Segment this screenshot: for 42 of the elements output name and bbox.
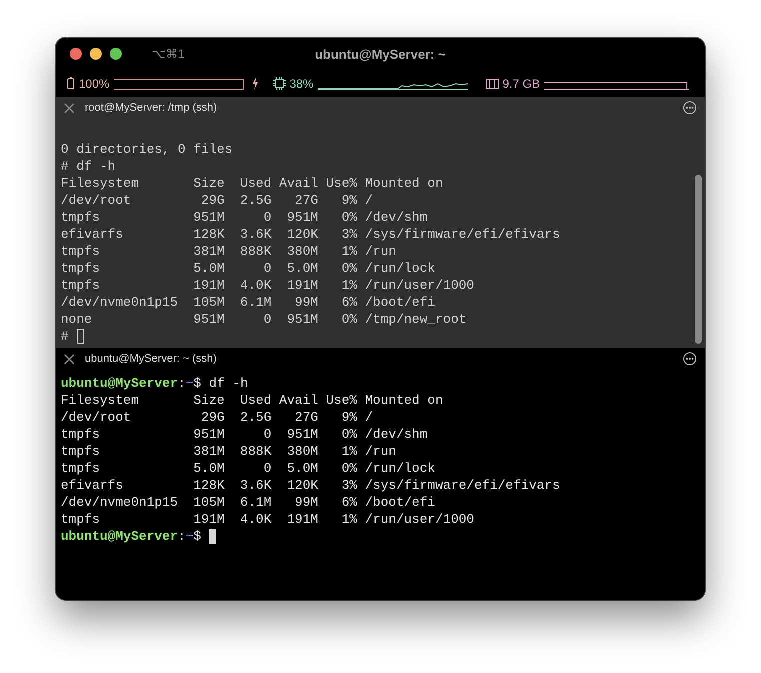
terminal-line: tmpfs 5.0M 0 5.0M 0% /run/lock <box>61 460 436 477</box>
memory-usage: 9.7 GB <box>502 76 540 90</box>
terminal-line: tmpfs 191M 4.0K 191M 1% /run/user/1000 <box>61 277 474 294</box>
window-shortcut: ⌥⌘1 <box>152 47 185 61</box>
close-icon[interactable] <box>64 102 75 114</box>
more-options-icon[interactable] <box>683 101 697 115</box>
zoom-button[interactable] <box>110 48 122 60</box>
terminal-line: Filesystem Size Used Avail Use% Mounted on <box>61 392 444 409</box>
terminal-line: /dev/root 29G 2.5G 27G 9% / <box>61 192 374 209</box>
terminal-line: tmpfs 191M 4.0K 191M 1% /run/user/1000 <box>61 511 474 528</box>
command-prompt: ubuntu@MyServer:~$ <box>61 528 202 545</box>
terminal-pane[interactable] <box>56 97 705 348</box>
prompt-text: # <box>61 328 70 345</box>
terminal-pane[interactable] <box>56 348 705 600</box>
charging-bolt-icon <box>252 77 259 90</box>
terminal-line: Filesystem Size Used Avail Use% Mounted on <box>61 175 444 192</box>
pane-title: root@MyServer: /tmp (ssh) <box>85 102 218 114</box>
pane-title: ubuntu@MyServer: ~ (ssh) <box>85 353 217 365</box>
terminal-line: tmpfs 951M 0 951M 0% /dev/shm <box>61 426 428 443</box>
terminal-line: /dev/root 29G 2.5G 27G 9% / <box>61 409 374 426</box>
command-prompt: ubuntu@MyServer:~$ df -h <box>61 375 248 392</box>
battery-icon <box>67 77 75 90</box>
memory-icon <box>486 78 499 90</box>
terminal-line: /dev/nvme0n1p15 105M 6.1M 99M 6% /boot/efi <box>61 294 436 311</box>
more-options-icon[interactable] <box>683 352 697 366</box>
close-button[interactable] <box>70 48 82 60</box>
minimize-button[interactable] <box>90 48 102 60</box>
terminal-line: tmpfs 5.0M 0 5.0M 0% /run/lock <box>61 260 436 277</box>
cpu-percent: 38% <box>290 76 314 90</box>
terminal-line: tmpfs 951M 0 951M 0% /dev/shm <box>61 209 428 226</box>
close-icon[interactable] <box>64 354 75 364</box>
terminal-line: none 951M 0 951M 0% /tmp/new_root <box>61 311 467 328</box>
terminal-line: 0 directories, 0 files <box>61 141 233 158</box>
terminal-line: efivarfs 128K 3.6K 120K 3% /sys/firmware/efi/efivars <box>61 477 560 494</box>
terminal-line: # df -h <box>61 158 116 175</box>
terminal-line: tmpfs 381M 888K 380M 1% /run <box>61 443 396 460</box>
terminal-line: efivarfs 128K 3.6K 120K 3% /sys/firmware/efi/efivars <box>61 226 560 243</box>
terminal-line: tmpfs 381M 888K 380M 1% /run <box>61 243 396 260</box>
terminal-line: /dev/nvme0n1p15 105M 6.1M 99M 6% /boot/efi <box>61 494 436 511</box>
window-title: ubuntu@MyServer: ~ <box>315 47 446 62</box>
battery-percent: 100% <box>79 76 110 90</box>
cpu-chip-icon <box>272 77 286 90</box>
